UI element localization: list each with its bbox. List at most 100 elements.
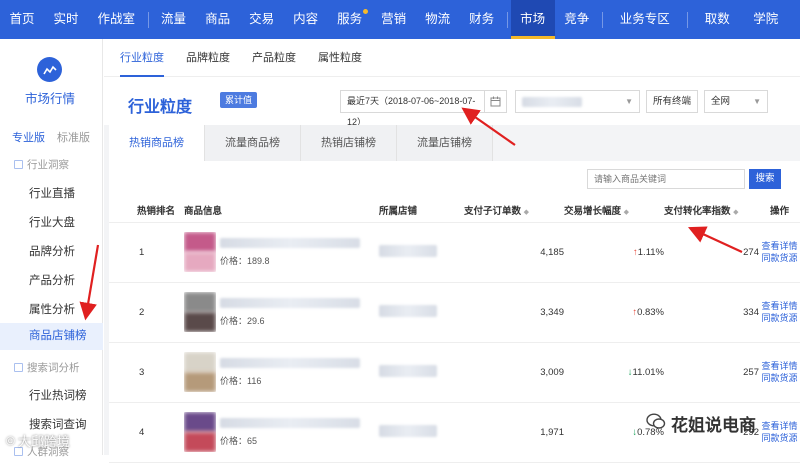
growth-cell: ↓11.01%	[564, 342, 664, 403]
network-select[interactable]: 全网 ▼	[704, 90, 768, 113]
similar-source-link[interactable]: 同款货源	[759, 312, 800, 324]
redacted-product-title[interactable]	[220, 357, 360, 368]
nav-finance[interactable]: 财务	[460, 0, 504, 39]
tab-hot-products[interactable]: 热销商品榜	[109, 125, 205, 161]
nav-content[interactable]: 内容	[284, 0, 328, 39]
tab-traffic-products[interactable]: 流量商品榜	[205, 125, 301, 161]
col-store: 所属店铺	[379, 198, 464, 223]
terminal-select[interactable]: 所有终端 ▼	[646, 90, 698, 113]
nav-market[interactable]: 市场	[510, 0, 555, 39]
sort-icon: ◆	[733, 208, 739, 216]
tab-traffic-stores[interactable]: 流量店铺榜	[397, 125, 493, 161]
watermark-right: 花姐说电商	[646, 411, 756, 436]
nav-home[interactable]: 首页	[0, 0, 44, 39]
similar-source-link[interactable]: 同款货源	[759, 252, 800, 264]
redacted-store-name[interactable]	[379, 304, 437, 317]
product-thumbnail[interactable]	[184, 352, 216, 392]
tab-attribute[interactable]: 属性粒度	[318, 39, 362, 77]
watermark-left: © 大邱跨境	[6, 431, 70, 450]
action-cell: 查看详情 同款货源	[759, 402, 800, 463]
category-select[interactable]: ▼	[515, 90, 640, 113]
sort-icon: ◆	[623, 208, 630, 216]
similar-source-link[interactable]: 同款货源	[759, 372, 800, 384]
ranking-tabs: 热销商品榜 流量商品榜 热销店铺榜 流量店铺榜	[104, 125, 800, 161]
view-details-link[interactable]: 查看详情	[759, 300, 800, 312]
tab-industry[interactable]: 行业粒度	[120, 39, 164, 77]
nav-marketing[interactable]: 营销	[372, 0, 416, 39]
rank-cell: 3	[109, 342, 184, 403]
product-cell: 价格：65	[184, 402, 379, 463]
col-pay-orders[interactable]: 支付子订单数 ◆	[464, 198, 564, 223]
pay-orders-cell: 3,009	[464, 342, 564, 403]
action-cell: 查看详情 同款货源	[759, 342, 800, 403]
nav-traffic[interactable]: 流量	[152, 0, 196, 39]
wechat-icon	[646, 412, 666, 435]
growth-cell: ↑1.11%	[564, 222, 664, 283]
store-cell	[379, 282, 464, 343]
sidebar-item-product-store-rank[interactable]: 商品店铺榜	[0, 323, 103, 350]
nav-divider	[506, 11, 508, 28]
nav-academy[interactable]: 学院	[744, 0, 788, 39]
view-details-link[interactable]: 查看详情	[759, 420, 800, 432]
granularity-tabs: 行业粒度 品牌粒度 产品粒度 属性粒度	[104, 39, 800, 77]
view-details-link[interactable]: 查看详情	[759, 240, 800, 252]
conversion-cell: 274	[664, 222, 759, 283]
redacted-store-name[interactable]	[379, 244, 437, 257]
sidebar-item-industry-live[interactable]: 行业直播	[29, 185, 75, 201]
pay-orders-cell: 1,971	[464, 402, 564, 463]
search-input[interactable]	[587, 169, 745, 189]
similar-source-link[interactable]: 同款货源	[759, 432, 800, 444]
nav-business-zone[interactable]: 业务专区	[606, 0, 684, 39]
table-row: 2 价格：29.6 3,349 ↑0.83% 334 查看详情 同款货源	[109, 282, 800, 343]
nav-divider	[147, 11, 149, 28]
sidebar-item-brand-analysis[interactable]: 品牌分析	[29, 243, 75, 259]
date-range-select[interactable]: 最近7天（2018-07-06~2018-07-12）	[340, 90, 485, 127]
redacted-product-title[interactable]	[220, 297, 360, 308]
product-cell: 价格：29.6	[184, 282, 379, 343]
product-thumbnail[interactable]	[184, 232, 216, 272]
calendar-icon[interactable]	[485, 90, 507, 113]
col-conversion-index[interactable]: 支付转化率指数 ◆	[664, 198, 759, 223]
product-price: 价格：65	[220, 435, 258, 446]
action-cell: 查看详情 同款货源	[759, 222, 800, 283]
nav-competition[interactable]: 竞争	[555, 0, 599, 39]
folder-icon	[14, 363, 23, 372]
redacted-product-title[interactable]	[220, 417, 360, 428]
nav-data-fetch[interactable]: 取数	[691, 0, 744, 39]
redacted-product-title[interactable]	[220, 237, 360, 248]
store-cell	[379, 342, 464, 403]
redacted-store-name[interactable]	[379, 364, 437, 377]
nav-logistics[interactable]: 物流	[416, 0, 460, 39]
tab-hot-stores[interactable]: 热销店铺榜	[301, 125, 397, 161]
sidebar-item-search-query[interactable]: 搜索词查询	[29, 416, 87, 432]
col-trade-growth[interactable]: 交易增长幅度 ◆	[564, 198, 664, 223]
nav-realtime[interactable]: 实时	[44, 0, 88, 39]
product-price: 价格：29.6	[220, 315, 265, 326]
watermark-left-text: 大邱跨境	[17, 434, 70, 449]
product-thumbnail[interactable]	[184, 412, 216, 452]
tab-product[interactable]: 产品粒度	[252, 39, 296, 77]
nav-service[interactable]: 服务	[328, 0, 372, 39]
network-select-value: 全网	[711, 96, 731, 107]
version-pro-tab[interactable]: 专业版	[12, 129, 45, 145]
chart-line-icon	[37, 57, 62, 82]
product-thumbnail[interactable]	[184, 292, 216, 332]
nav-product[interactable]: 商品	[196, 0, 240, 39]
notification-dot	[362, 9, 368, 14]
redacted-store-name[interactable]	[379, 424, 437, 437]
version-standard-tab[interactable]: 标准版	[57, 129, 90, 145]
sidebar-title: 市场行情	[24, 92, 75, 106]
sidebar-item-industry-overview[interactable]: 行业大盘	[29, 214, 75, 230]
sidebar-item-product-analysis[interactable]: 产品分析	[29, 272, 75, 288]
store-cell	[379, 222, 464, 283]
nav-war-room[interactable]: 作战室	[88, 0, 145, 39]
view-details-link[interactable]: 查看详情	[759, 360, 800, 372]
chevron-down-icon: ▼	[625, 97, 633, 106]
growth-value: 1.11%	[637, 246, 664, 258]
nav-trade[interactable]: 交易	[240, 0, 284, 39]
sidebar-item-attribute-analysis[interactable]: 属性分析	[29, 301, 75, 317]
col-trade-growth-label: 交易增长幅度	[564, 205, 622, 217]
search-button[interactable]: 搜索	[749, 169, 781, 189]
sidebar-item-hot-words[interactable]: 行业热词榜	[29, 387, 87, 403]
tab-brand[interactable]: 品牌粒度	[186, 39, 230, 77]
